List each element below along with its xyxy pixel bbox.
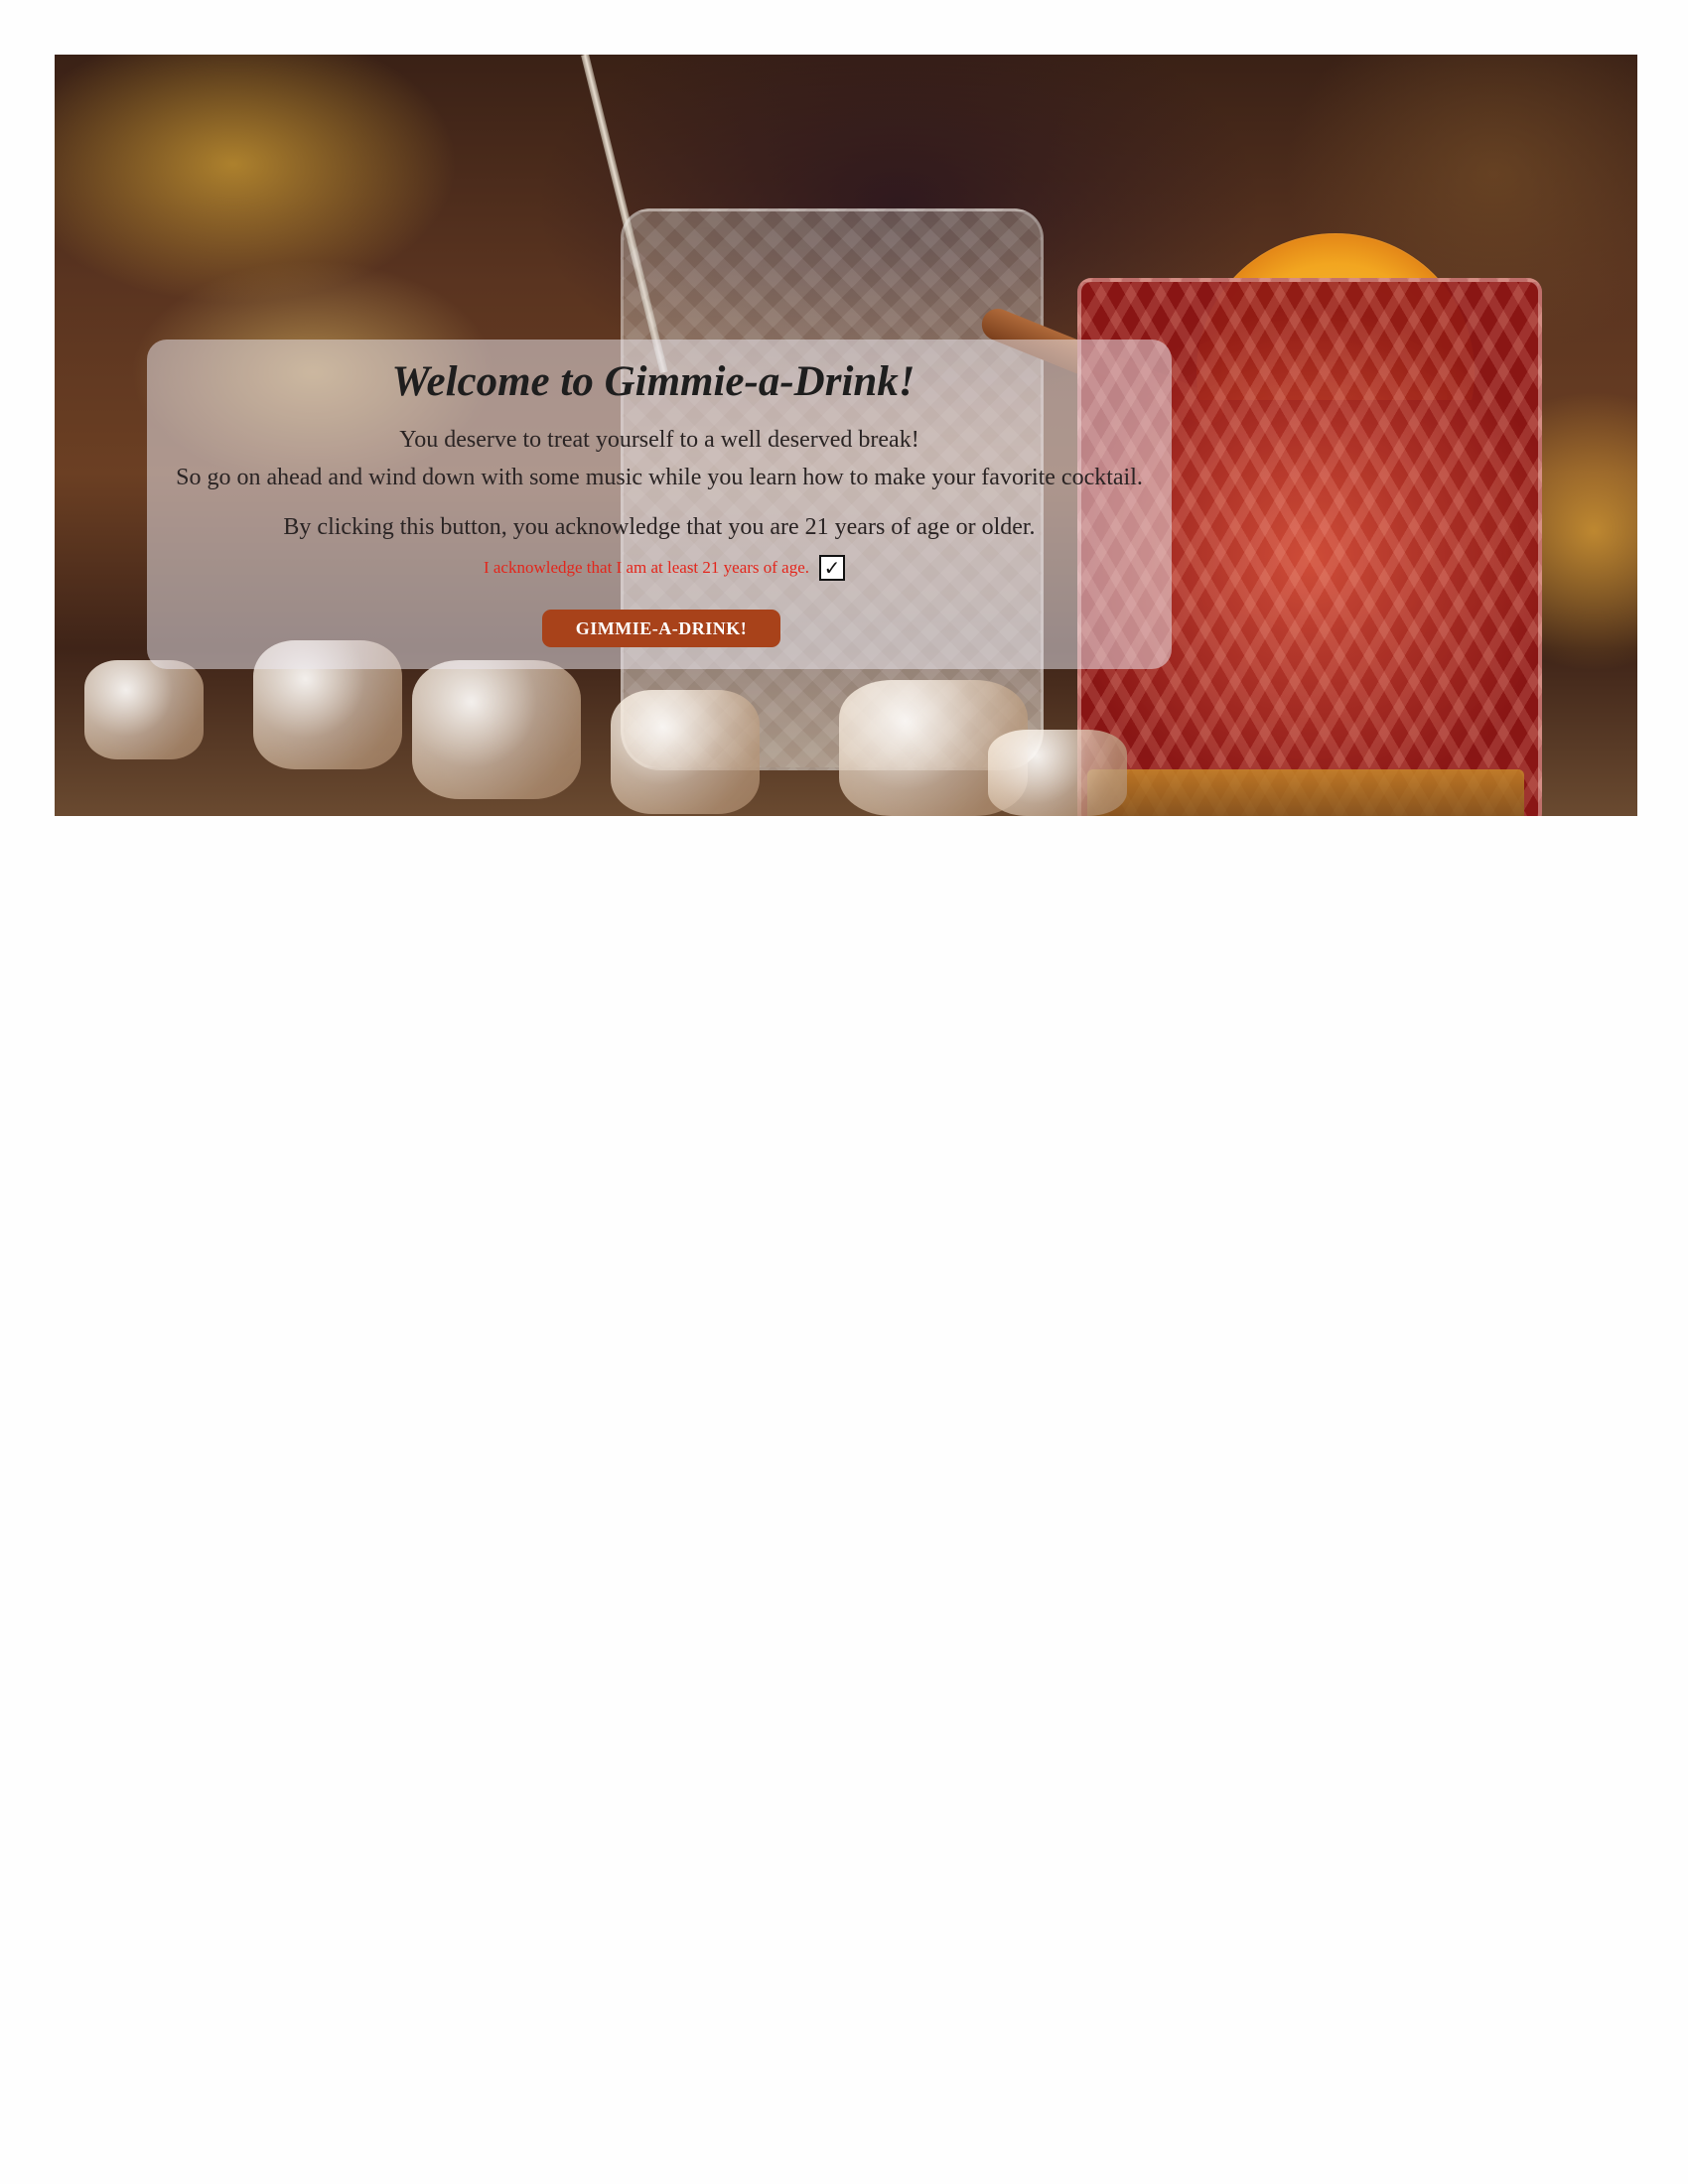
ice-cube-graphic [611,690,760,814]
ice-cube-graphic [84,660,204,759]
intro-text-line-1: You deserve to treat yourself to a well … [399,427,919,453]
age-acknowledgement-row: I acknowledge that I am at least 21 year… [147,555,1172,581]
intro-text-line-2: So go on ahead and wind down with some m… [176,465,1143,490]
welcome-panel: Welcome to Gimmie-a-Drink! You deserve t… [147,340,1172,669]
glass-base-graphic [1087,769,1524,816]
gimmie-a-drink-button[interactable]: GIMMIE-A-DRINK! [542,610,780,647]
page-title: Welcome to Gimmie-a-Drink! [391,358,915,405]
age-acknowledgement-label[interactable]: I acknowledge that I am at least 21 year… [484,558,809,578]
age-notice-text: By clicking this button, you acknowledge… [283,514,1036,540]
ice-cube-graphic [412,660,581,799]
hero-background-image: Welcome to Gimmie-a-Drink! You deserve t… [55,55,1637,816]
age-acknowledgement-checkbox[interactable]: ✓ [819,555,846,581]
ice-cube-graphic [988,730,1127,816]
